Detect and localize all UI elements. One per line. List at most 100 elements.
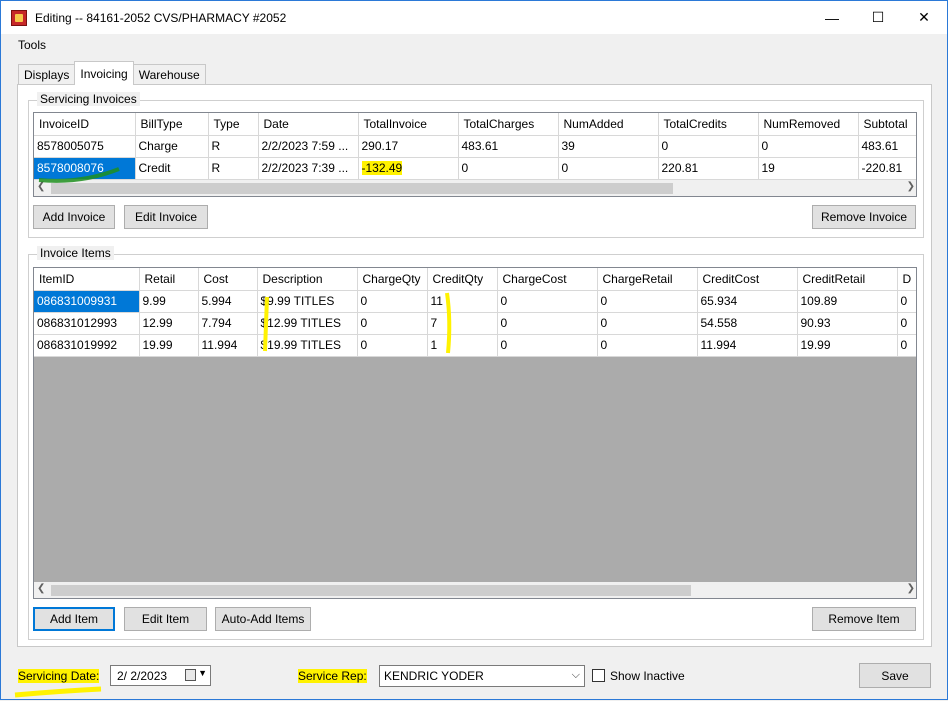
scrollbar-thumb[interactable] [51,585,691,596]
edit-invoice-button[interactable]: Edit Invoice [124,205,208,229]
table-cell[interactable]: 0 [597,290,698,313]
show-inactive-checkbox[interactable] [592,669,605,682]
close-button[interactable]: ✕ [901,1,947,34]
table-row[interactable]: 086831012993 12.99 7.794 $12.99 TITLES 0… [34,312,916,335]
col-charge-cost[interactable]: ChargeCost [497,268,598,291]
scrollbar-thumb[interactable] [51,183,673,194]
table-cell[interactable]: $19.99 TITLES [257,334,358,357]
table-cell[interactable]: 11.994 [697,334,798,357]
scroll-left-icon[interactable]: ❮ [37,583,45,594]
table-cell[interactable]: 7.794 [198,312,258,335]
tab-warehouse[interactable]: Warehouse [132,64,206,85]
col-total-invoice[interactable]: TotalInvoice [358,113,459,136]
col-total-credits[interactable]: TotalCredits [658,113,759,136]
col-type[interactable]: Type [208,113,259,136]
table-row[interactable]: 086831009931 9.99 5.994 $9.99 TITLES 0 1… [34,290,916,313]
col-subtotal[interactable]: Subtotal [858,113,916,136]
col-num-removed[interactable]: NumRemoved [758,113,859,136]
col-retail[interactable]: Retail [139,268,199,291]
table-cell[interactable]: 90.93 [797,312,898,335]
table-cell[interactable]: 0 [897,334,916,357]
table-cell[interactable]: 2/2/2023 7:39 ... [258,157,359,180]
col-charge-retail[interactable]: ChargeRetail [597,268,698,291]
table-cell[interactable]: 8578005075 [34,135,136,158]
table-cell[interactable]: 483.61 [458,135,559,158]
col-credit-retail[interactable]: CreditRetail [797,268,898,291]
table-cell[interactable]: 0 [597,312,698,335]
chevron-down-icon[interactable]: ⌵ [572,669,580,682]
table-cell[interactable]: 0 [597,334,698,357]
table-cell[interactable]: 5.994 [198,290,258,313]
tab-invoicing[interactable]: Invoicing [74,61,134,85]
table-cell[interactable]: 0 [497,334,598,357]
table-cell[interactable]: 9.99 [139,290,199,313]
table-cell[interactable]: 0 [897,312,916,335]
maximize-button[interactable]: ☐ [855,1,901,34]
table-cell[interactable]: 54.558 [697,312,798,335]
chevron-down-icon[interactable]: ▼ [198,668,207,678]
table-cell[interactable]: 2/2/2023 7:59 ... [258,135,359,158]
horizontal-scrollbar[interactable]: ❮ ❯ [34,180,916,196]
table-cell[interactable]: 0 [357,290,428,313]
add-invoice-button[interactable]: Add Invoice [33,205,115,229]
tab-displays[interactable]: Displays [18,64,76,85]
col-invoice-id[interactable]: InvoiceID [34,113,136,136]
table-cell[interactable]: 11 [427,290,498,313]
table-cell[interactable]: 12.99 [139,312,199,335]
table-cell[interactable]: 0 [497,290,598,313]
table-cell[interactable]: 0 [558,157,659,180]
col-item-id[interactable]: ItemID [34,268,140,291]
table-cell[interactable]: 0 [357,312,428,335]
show-inactive-label[interactable]: Show Inactive [610,669,685,683]
selected-item-cell[interactable]: 086831009931 [34,290,140,313]
col-credit-cost[interactable]: CreditCost [697,268,798,291]
col-date[interactable]: Date [258,113,359,136]
table-cell[interactable]: $12.99 TITLES [257,312,358,335]
table-cell[interactable]: R [208,157,259,180]
col-num-added[interactable]: NumAdded [558,113,659,136]
table-cell[interactable]: R [208,135,259,158]
service-rep-select[interactable]: KENDRIC YODER ⌵ [379,665,585,687]
servicing-date-picker[interactable]: 2/ 2/2023 ▼ [110,665,211,686]
col-cost[interactable]: Cost [198,268,258,291]
servicing-invoices-grid[interactable]: InvoiceID BillType Type Date TotalInvoic… [33,112,917,197]
scroll-right-icon[interactable]: ❯ [907,181,915,192]
menu-tools[interactable]: Tools [1,38,53,52]
table-cell[interactable]: 290.17 [358,135,459,158]
scroll-right-icon[interactable]: ❯ [907,583,915,594]
table-cell[interactable]: -132.49 [358,157,459,180]
minimize-button[interactable]: — [809,1,855,34]
table-cell[interactable]: 65.934 [697,290,798,313]
table-cell[interactable]: 39 [558,135,659,158]
table-cell[interactable]: 483.61 [858,135,916,158]
table-cell[interactable]: Credit [135,157,209,180]
calendar-icon[interactable] [185,669,196,681]
table-cell[interactable]: 11.994 [198,334,258,357]
col-charge-qty[interactable]: ChargeQty [357,268,428,291]
table-cell[interactable]: 0 [458,157,559,180]
selected-invoice-cell[interactable]: 8578008076 [34,157,136,180]
table-cell[interactable]: 0 [758,135,859,158]
table-cell[interactable]: 0 [357,334,428,357]
table-row[interactable]: 086831019992 19.99 11.994 $19.99 TITLES … [34,334,916,357]
table-cell[interactable]: 19.99 [797,334,898,357]
invoice-items-grid[interactable]: ItemID Retail Cost Description ChargeQty… [33,267,917,599]
col-d[interactable]: D [897,268,916,291]
col-credit-qty[interactable]: CreditQty [427,268,498,291]
col-total-charges[interactable]: TotalCharges [458,113,559,136]
remove-item-button[interactable]: Remove Item [812,607,916,631]
table-cell[interactable]: 086831019992 [34,334,140,357]
save-button[interactable]: Save [859,663,931,688]
table-cell[interactable]: 0 [497,312,598,335]
table-cell[interactable]: -220.81 [858,157,916,180]
table-row[interactable]: 8578008076 Credit R 2/2/2023 7:39 ... -1… [34,157,916,180]
col-bill-type[interactable]: BillType [135,113,209,136]
table-cell[interactable]: 086831012993 [34,312,140,335]
table-cell[interactable]: 220.81 [658,157,759,180]
table-cell[interactable]: 1 [427,334,498,357]
table-row[interactable]: 8578005075 Charge R 2/2/2023 7:59 ... 29… [34,135,916,158]
remove-invoice-button[interactable]: Remove Invoice [812,205,916,229]
table-cell[interactable]: 109.89 [797,290,898,313]
table-cell[interactable]: 7 [427,312,498,335]
table-cell[interactable]: 19.99 [139,334,199,357]
